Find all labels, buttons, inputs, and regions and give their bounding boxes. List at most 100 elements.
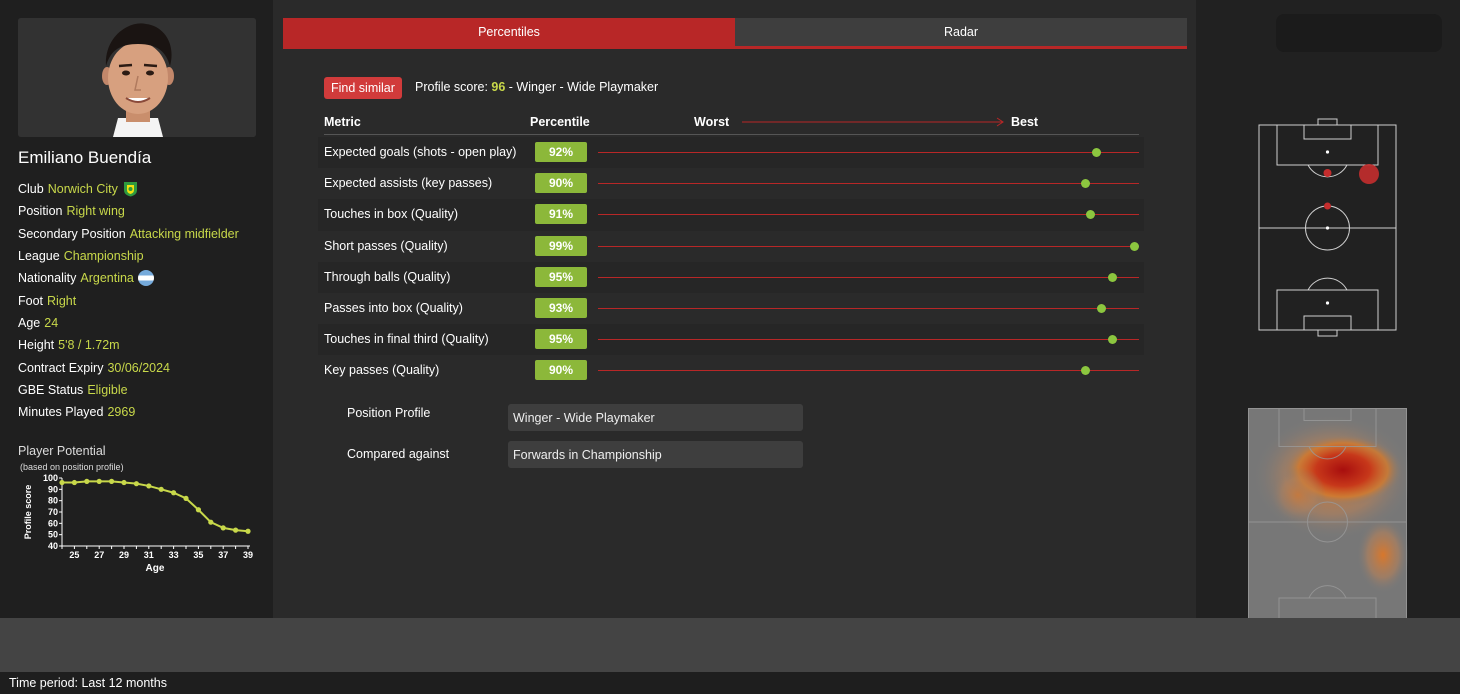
metric-label: Short passes (Quality) bbox=[324, 238, 448, 253]
detail-label: Minutes Played bbox=[18, 405, 104, 420]
percentile-rest bbox=[1101, 307, 1139, 309]
percentile-marker bbox=[1086, 210, 1096, 220]
metrics-list: Expected goals (shots - open play) 92% E… bbox=[318, 137, 1144, 387]
metric-row: Touches in final third (Quality) 95% bbox=[318, 324, 1144, 356]
footer-bar bbox=[0, 618, 1460, 672]
metric-label: Key passes (Quality) bbox=[324, 363, 440, 378]
detail-label: GBE Status bbox=[18, 382, 84, 397]
percentile-track bbox=[598, 303, 1139, 313]
metric-label: Passes into box (Quality) bbox=[324, 300, 463, 315]
metric-row: Expected goals (shots - open play) 92% bbox=[318, 137, 1144, 169]
percentile-fill bbox=[598, 245, 1134, 247]
player-details: Club Norwich City Position Right wing Se… bbox=[18, 178, 239, 423]
player-photo bbox=[18, 18, 256, 137]
detail-value[interactable]: Championship bbox=[64, 249, 144, 263]
percentile-badge: 99% bbox=[535, 235, 587, 256]
detail-secondary-position: Secondary Position Attacking midfielder bbox=[18, 223, 239, 245]
header-percentile: Percentile bbox=[530, 115, 590, 129]
percentile-track bbox=[598, 366, 1139, 376]
percentile-fill bbox=[598, 307, 1102, 309]
potential-point bbox=[109, 478, 115, 484]
percentile-track bbox=[598, 179, 1139, 189]
potential-point bbox=[121, 479, 127, 486]
detail-label: Height bbox=[18, 338, 55, 353]
percentile-fill bbox=[598, 152, 1096, 153]
detail-value[interactable]: Norwich City bbox=[48, 182, 118, 196]
percentile-marker bbox=[1129, 241, 1139, 251]
detail-club: Club Norwich City bbox=[18, 178, 239, 200]
percentile-badge: 90% bbox=[535, 173, 587, 194]
percentile-track bbox=[598, 335, 1139, 345]
potential-point bbox=[171, 490, 177, 496]
percentile-badge: 95% bbox=[535, 266, 587, 287]
x-tick-label: 27 bbox=[94, 550, 104, 560]
percentile-fill bbox=[598, 276, 1112, 278]
detail-foot: Foot Right bbox=[18, 289, 239, 311]
detail-nationality: Nationality Argentina bbox=[18, 267, 239, 289]
metric-row: Through balls (Quality) 95% bbox=[318, 261, 1144, 293]
percentiles-panel: Percentiles Radar Find similar Profile s… bbox=[273, 0, 1196, 618]
potential-point bbox=[158, 486, 164, 492]
metric-label: Expected goals (shots - open play) bbox=[324, 145, 517, 159]
find-similar-button[interactable]: Find similar bbox=[324, 77, 402, 99]
detail-value: 5'8 / 1.72m bbox=[58, 338, 120, 353]
tab-percentiles[interactable]: Percentiles bbox=[283, 18, 735, 46]
blurred-element bbox=[1276, 14, 1442, 52]
detail-contract-expiry: Contract Expiry 30/06/2024 bbox=[18, 356, 239, 378]
profile-score-value: 96 bbox=[491, 80, 506, 94]
worst-to-best-arrow-icon bbox=[742, 117, 1004, 127]
potential-point bbox=[220, 525, 226, 531]
metric-row: Touches in box (Quality) 91% bbox=[318, 199, 1144, 231]
time-period-label: Time period: Last 12 months bbox=[9, 676, 167, 690]
club-crest-icon bbox=[123, 181, 138, 197]
percentile-badge: 93% bbox=[535, 297, 587, 318]
argentina-flag-icon bbox=[137, 270, 154, 287]
potential-point bbox=[59, 479, 65, 486]
y-tick-label: 40 bbox=[48, 541, 58, 551]
x-tick-label: 37 bbox=[218, 550, 228, 560]
percentile-marker bbox=[1080, 366, 1090, 376]
detail-value: 2969 bbox=[107, 405, 136, 420]
detail-label: Club bbox=[18, 182, 44, 197]
detail-league: League Championship bbox=[18, 245, 239, 267]
potential-point bbox=[208, 519, 214, 525]
detail-value: Eligible bbox=[87, 382, 128, 397]
profile-score-prefix: Profile score: bbox=[415, 80, 492, 94]
tab-radar[interactable]: Radar bbox=[735, 18, 1187, 46]
percentile-fill bbox=[598, 214, 1091, 216]
header-worst: Worst bbox=[694, 115, 730, 129]
percentile-badge: 95% bbox=[535, 329, 587, 350]
potential-point bbox=[84, 478, 90, 484]
potential-line bbox=[62, 480, 249, 533]
y-tick-label: 90 bbox=[48, 484, 58, 494]
detail-label: Contract Expiry bbox=[18, 360, 104, 375]
potential-title: Player Potential bbox=[18, 444, 106, 458]
player-heatmap bbox=[1248, 408, 1408, 637]
compared-against-select[interactable]: Forwards in Championship bbox=[508, 441, 803, 468]
player-info-panel: Emiliano Buendía Club Norwich City Posit… bbox=[0, 0, 273, 618]
percentile-fill bbox=[598, 183, 1085, 185]
pitch-panel bbox=[1196, 0, 1460, 637]
percentile-track bbox=[598, 272, 1139, 282]
header-metric: Metric bbox=[324, 115, 361, 129]
potential-point bbox=[96, 478, 102, 484]
detail-position: Position Right wing bbox=[18, 200, 239, 222]
metric-label: Through balls (Quality) bbox=[324, 269, 451, 284]
detail-minutes-played: Minutes Played 2969 bbox=[18, 401, 239, 423]
view-tabs: Percentiles Radar bbox=[283, 18, 1187, 49]
potential-point bbox=[71, 479, 77, 486]
metric-label: Touches in box (Quality) bbox=[324, 207, 459, 222]
y-tick-label: 100 bbox=[43, 473, 58, 483]
position-profile-select[interactable]: Winger - Wide Playmaker bbox=[508, 404, 803, 431]
percentile-rest bbox=[1084, 370, 1139, 372]
profile-score-suffix: - Winger - Wide Playmaker bbox=[505, 80, 659, 94]
x-axis-label: Age bbox=[146, 563, 165, 574]
percentile-marker bbox=[1107, 335, 1117, 345]
metrics-header: Metric Percentile Worst Best bbox=[324, 112, 1139, 135]
metric-row: Key passes (Quality) 90% bbox=[318, 355, 1144, 386]
percentile-track bbox=[598, 210, 1139, 220]
detail-value: Right bbox=[47, 293, 77, 308]
percentile-badge: 92% bbox=[535, 142, 587, 162]
percentile-marker bbox=[1080, 179, 1090, 189]
potential-point bbox=[133, 481, 139, 487]
